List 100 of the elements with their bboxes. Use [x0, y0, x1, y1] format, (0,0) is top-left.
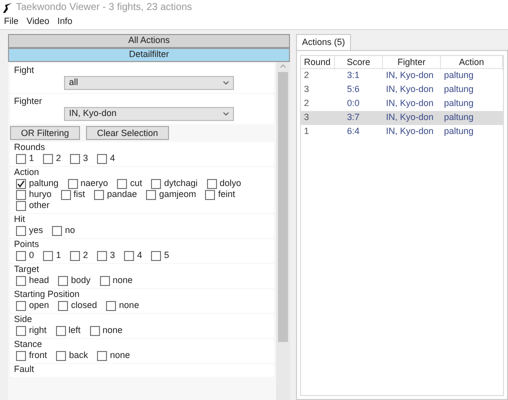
- checkbox-box[interactable]: [146, 190, 156, 200]
- checkbox[interactable]: head: [16, 275, 50, 286]
- checkbox[interactable]: open: [16, 300, 50, 311]
- filter-button[interactable]: Clear Selection: [86, 126, 170, 140]
- checkbox[interactable]: 2: [70, 250, 88, 261]
- checkbox[interactable]: other: [16, 200, 50, 211]
- checkbox-box[interactable]: [52, 226, 62, 236]
- checkbox[interactable]: none: [106, 300, 140, 311]
- menu-item[interactable]: Info: [57, 14, 72, 28]
- checkbox-label: open: [29, 300, 50, 311]
- checkbox-box[interactable]: [16, 326, 26, 336]
- checkbox-box[interactable]: [16, 178, 26, 188]
- table-row[interactable]: 3 5:6 IN, Kyo-don paltung: [301, 83, 503, 97]
- checkbox-label: back: [69, 350, 88, 361]
- checkbox-label: other: [29, 200, 50, 211]
- table-row[interactable]: 2 0:0 IN, Kyo-don paltung: [301, 97, 503, 111]
- checkbox-box[interactable]: [94, 190, 104, 200]
- checkbox-box[interactable]: [97, 154, 108, 164]
- checkbox-box[interactable]: [97, 350, 108, 360]
- checkbox[interactable]: fist: [60, 189, 86, 200]
- checkbox-box[interactable]: [151, 250, 162, 260]
- checkbox-box[interactable]: [97, 250, 108, 260]
- checkbox-label: feint: [218, 189, 236, 200]
- column-header[interactable]: Action: [441, 56, 503, 70]
- checkbox[interactable]: front: [16, 350, 48, 361]
- checkbox[interactable]: 0: [16, 250, 34, 261]
- checkbox[interactable]: dolyo: [206, 178, 242, 189]
- checkbox-label: dytchagi: [164, 178, 198, 189]
- checkbox[interactable]: right: [16, 325, 47, 336]
- checkbox[interactable]: pandae: [94, 189, 138, 200]
- accordion-header[interactable]: All Actions: [8, 34, 290, 48]
- dropdown[interactable]: IN, Kyo-don: [64, 107, 234, 121]
- checkbox-box[interactable]: [70, 154, 80, 164]
- checkbox[interactable]: cut: [117, 178, 142, 189]
- checkbox-box[interactable]: [16, 276, 26, 286]
- checkbox-box[interactable]: [117, 178, 128, 188]
- table-row[interactable]: 3 3:7 IN, Kyo-don paltung: [301, 111, 503, 125]
- checkbox[interactable]: 4: [124, 250, 142, 261]
- checkbox[interactable]: 3: [70, 153, 88, 164]
- checkbox[interactable]: none: [90, 325, 123, 336]
- table-row[interactable]: 2 3:1 IN, Kyo-don paltung: [301, 69, 503, 83]
- tab[interactable]: Actions (5): [296, 34, 352, 50]
- group-label: Action: [14, 167, 40, 178]
- checkbox[interactable]: 4: [97, 153, 116, 164]
- checkbox[interactable]: none: [100, 275, 133, 286]
- checkbox[interactable]: 3: [97, 250, 116, 261]
- checkbox-box[interactable]: [60, 190, 71, 200]
- checkbox[interactable]: none: [97, 350, 130, 361]
- checkbox-box[interactable]: [16, 190, 26, 200]
- filter-button[interactable]: OR Filtering: [10, 126, 80, 140]
- checkbox-box[interactable]: [16, 350, 26, 360]
- checkbox[interactable]: yes: [16, 225, 44, 236]
- checkbox-box[interactable]: [70, 250, 80, 260]
- checkbox-box[interactable]: [205, 190, 216, 200]
- checkbox-box[interactable]: [58, 300, 68, 310]
- dropdown[interactable]: all: [64, 76, 234, 90]
- checkbox-box[interactable]: [124, 250, 134, 260]
- checkbox[interactable]: 5: [151, 250, 170, 261]
- checkbox-box[interactable]: [106, 300, 116, 310]
- column-header[interactable]: Round: [301, 56, 335, 70]
- checkbox-box[interactable]: [100, 276, 110, 286]
- checkbox[interactable]: left: [56, 325, 81, 336]
- menu-item[interactable]: Video: [26, 14, 50, 28]
- checkbox-box[interactable]: [43, 154, 54, 164]
- checkbox[interactable]: closed: [58, 300, 98, 311]
- checkbox[interactable]: naeryo: [68, 178, 108, 189]
- checkbox-box[interactable]: [56, 350, 66, 360]
- accordion-header[interactable]: Detailfilter: [8, 48, 290, 62]
- checkbox-box[interactable]: [16, 226, 26, 236]
- checkbox-label: none: [102, 325, 123, 336]
- checkbox[interactable]: body: [58, 275, 91, 286]
- scrollbar-thumb[interactable]: [278, 72, 288, 342]
- checkbox-box[interactable]: [90, 326, 100, 336]
- checkbox-box[interactable]: [16, 250, 26, 260]
- column-header[interactable]: Score: [335, 56, 383, 70]
- checkbox[interactable]: no: [52, 225, 76, 236]
- checkbox[interactable]: feint: [205, 189, 236, 200]
- checkbox-box[interactable]: [58, 276, 68, 286]
- checkbox-box[interactable]: [16, 200, 26, 210]
- checkbox[interactable]: 1: [43, 250, 62, 261]
- checkbox[interactable]: 1: [16, 153, 34, 164]
- checkbox-box[interactable]: [206, 178, 217, 188]
- checkbox-box[interactable]: [56, 326, 66, 336]
- checkbox[interactable]: gamjeom: [146, 189, 196, 200]
- checkbox[interactable]: back: [56, 350, 88, 361]
- checkbox-box[interactable]: [68, 178, 78, 188]
- menu-item[interactable]: File: [4, 14, 19, 28]
- checkbox[interactable]: 2: [43, 153, 62, 164]
- table-cell-text: IN, Kyo-don: [385, 69, 435, 82]
- checkbox[interactable]: dytchagi: [151, 178, 198, 189]
- checkbox-box[interactable]: [16, 154, 26, 164]
- checkbox[interactable]: paltung: [16, 178, 59, 189]
- checkbox[interactable]: huryo: [16, 189, 52, 200]
- table-row[interactable]: 1 6:4 IN, Kyo-don paltung: [301, 125, 503, 139]
- scrollbar[interactable]: [276, 62, 290, 400]
- checkbox-box[interactable]: [16, 300, 26, 310]
- checkbox-label: none: [110, 350, 130, 361]
- checkbox-box[interactable]: [151, 178, 162, 188]
- checkbox-box[interactable]: [43, 250, 54, 260]
- column-header[interactable]: Fighter: [383, 56, 441, 70]
